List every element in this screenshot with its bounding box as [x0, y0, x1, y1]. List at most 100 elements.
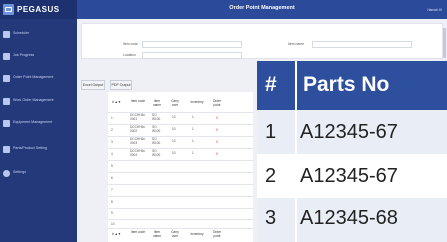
sidebar-item-label: Work Order Management — [13, 98, 54, 103]
order-point-cell: 0 — [216, 140, 218, 144]
inventory-cell: 1 — [192, 115, 194, 119]
row-number: 4 — [111, 152, 113, 156]
zoom-row-part: A12345-67 — [300, 121, 398, 143]
row-divider — [108, 160, 253, 161]
inventory-cell: 1 — [192, 151, 194, 155]
column-header[interactable]: # ▲▼ — [112, 100, 121, 105]
sidebar-item-label: Order Point Management — [13, 75, 54, 80]
search-panel: Item code Item name Location — [81, 23, 443, 59]
zoom-header-divider — [295, 61, 297, 110]
sidebar-item-order-point[interactable]: Order Point Management — [0, 71, 77, 85]
order-point-cell: 0 — [216, 116, 218, 120]
document-icon — [3, 52, 10, 60]
location-input[interactable] — [142, 52, 242, 59]
sidebar-item-work-order[interactable]: Work Order Management — [0, 94, 77, 108]
column-header[interactable]: Item name — [150, 99, 164, 107]
item-name-cell: SO W100 — [152, 125, 161, 133]
orders-icon — [3, 74, 10, 82]
row-number: 9 — [111, 211, 113, 215]
item-code-cell: DCCHH4n 0003 — [130, 137, 146, 145]
row-divider — [108, 196, 253, 197]
footer-column-header: Item name — [153, 230, 161, 238]
item-code-cell: DCCHH4n 0001 — [130, 113, 146, 121]
item-code-label: Item code — [123, 42, 138, 46]
sidebar-item-scheduler[interactable]: Scheduler — [0, 27, 77, 41]
column-header[interactable]: Order point — [210, 99, 224, 107]
zoom-header-parts-no: Parts No — [303, 73, 390, 96]
row-divider — [108, 219, 253, 220]
row-number: 3 — [111, 140, 113, 144]
sidebar-item-label: Parts/Product Setting — [13, 146, 47, 151]
zoom-row: 2 A12345-67 — [257, 154, 447, 198]
sidebar-item-job-progress[interactable]: Job Progress — [0, 49, 77, 63]
row-number: 6 — [111, 176, 113, 180]
settings-icon — [3, 145, 10, 153]
logo-text: PEGASUS — [17, 5, 60, 14]
row-number: 1 — [111, 116, 113, 120]
footer-divider — [108, 228, 253, 229]
zoom-table-header: # Parts No — [257, 61, 447, 110]
location-label: Location — [123, 53, 136, 57]
sidebar-item-settings[interactable]: Settings — [0, 166, 77, 180]
footer-column-header: Inventory — [190, 232, 204, 236]
column-header[interactable]: Item code — [130, 99, 146, 104]
pdf-output-button[interactable]: PDF Output — [110, 80, 132, 90]
column-header[interactable]: Carry over — [168, 99, 182, 107]
footer-column-header: Carry over — [171, 230, 179, 238]
zoom-row-number: 1 — [265, 121, 277, 143]
sidebar-item-label: Settings — [13, 170, 26, 175]
item-code-input[interactable] — [142, 41, 242, 48]
inventory-cell: 1 — [192, 127, 194, 131]
item-name-label: Item name — [288, 42, 305, 46]
page-title: Order Point Management — [229, 5, 295, 11]
excel-output-button[interactable]: Excel Output — [81, 80, 105, 90]
sidebar-item-label: Equipment Management — [13, 120, 53, 125]
row-divider — [108, 172, 253, 173]
row-number: 5 — [111, 164, 113, 168]
zoom-row: 1 A12345-67 — [257, 110, 447, 154]
logo-icon — [3, 4, 14, 15]
sidebar-item-label: Scheduler — [13, 31, 30, 36]
carry-over-cell: 10 — [172, 115, 176, 119]
scrollbar[interactable] — [443, 28, 446, 58]
column-header[interactable]: Inventory — [187, 100, 207, 105]
user-icon — [3, 30, 10, 38]
row-number: 7 — [111, 188, 113, 192]
equipment-icon — [3, 119, 10, 127]
order-point-cell: 0 — [216, 128, 218, 132]
inventory-cell: 1 — [192, 139, 194, 143]
row-number: 10 — [111, 222, 115, 226]
sidebar-item-parts-setting[interactable]: Parts/Product Setting — [0, 139, 77, 159]
sidebar: PEGASUS Scheduler Job Progress Order Poi… — [0, 0, 77, 242]
order-point-table: # ▲▼ Item code Item name Carry over Inve… — [108, 92, 253, 242]
gear-icon — [3, 169, 10, 177]
row-number: 8 — [111, 200, 113, 204]
sidebar-item-label: Job Progress — [13, 53, 35, 58]
row-divider — [108, 208, 253, 209]
order-point-cell: 0 — [216, 152, 218, 156]
carry-over-cell: 10 — [172, 151, 176, 155]
row-number: 2 — [111, 128, 113, 132]
item-code-cell: DCCHH4n 0004 — [130, 149, 146, 157]
footer-column-header: # ▲▼ — [112, 232, 121, 236]
sidebar-item-equipment[interactable]: Equipment Management — [0, 116, 77, 130]
zoom-row: 3 A12345-68 — [257, 198, 447, 242]
zoom-row-number: 3 — [265, 207, 277, 229]
zoom-row-part: A12345-68 — [300, 207, 398, 229]
zoom-row-number: 2 — [265, 165, 277, 187]
footer-column-header: Order point — [212, 230, 222, 238]
top-header: Order Point Management Hanuch Ki — [77, 0, 447, 19]
item-name-cell: SO W100 — [152, 149, 161, 157]
carry-over-cell: 10 — [172, 127, 176, 131]
work-icon — [3, 97, 10, 105]
user-name[interactable]: Hanuch Ki — [427, 8, 442, 12]
logo[interactable]: PEGASUS — [0, 0, 77, 19]
zoom-column-divider — [295, 110, 297, 242]
item-name-cell: SO W100 — [152, 113, 161, 121]
item-name-cell: SO W100 — [152, 137, 161, 145]
footer-column-header: Item code — [131, 230, 145, 234]
zoom-row-part: A12345-67 — [300, 165, 398, 187]
carry-over-cell: 10 — [172, 139, 176, 143]
zoomed-table-callout: # Parts No 1 A12345-67 2 A12345-67 3 A12… — [257, 61, 447, 242]
item-name-input[interactable] — [312, 41, 412, 48]
